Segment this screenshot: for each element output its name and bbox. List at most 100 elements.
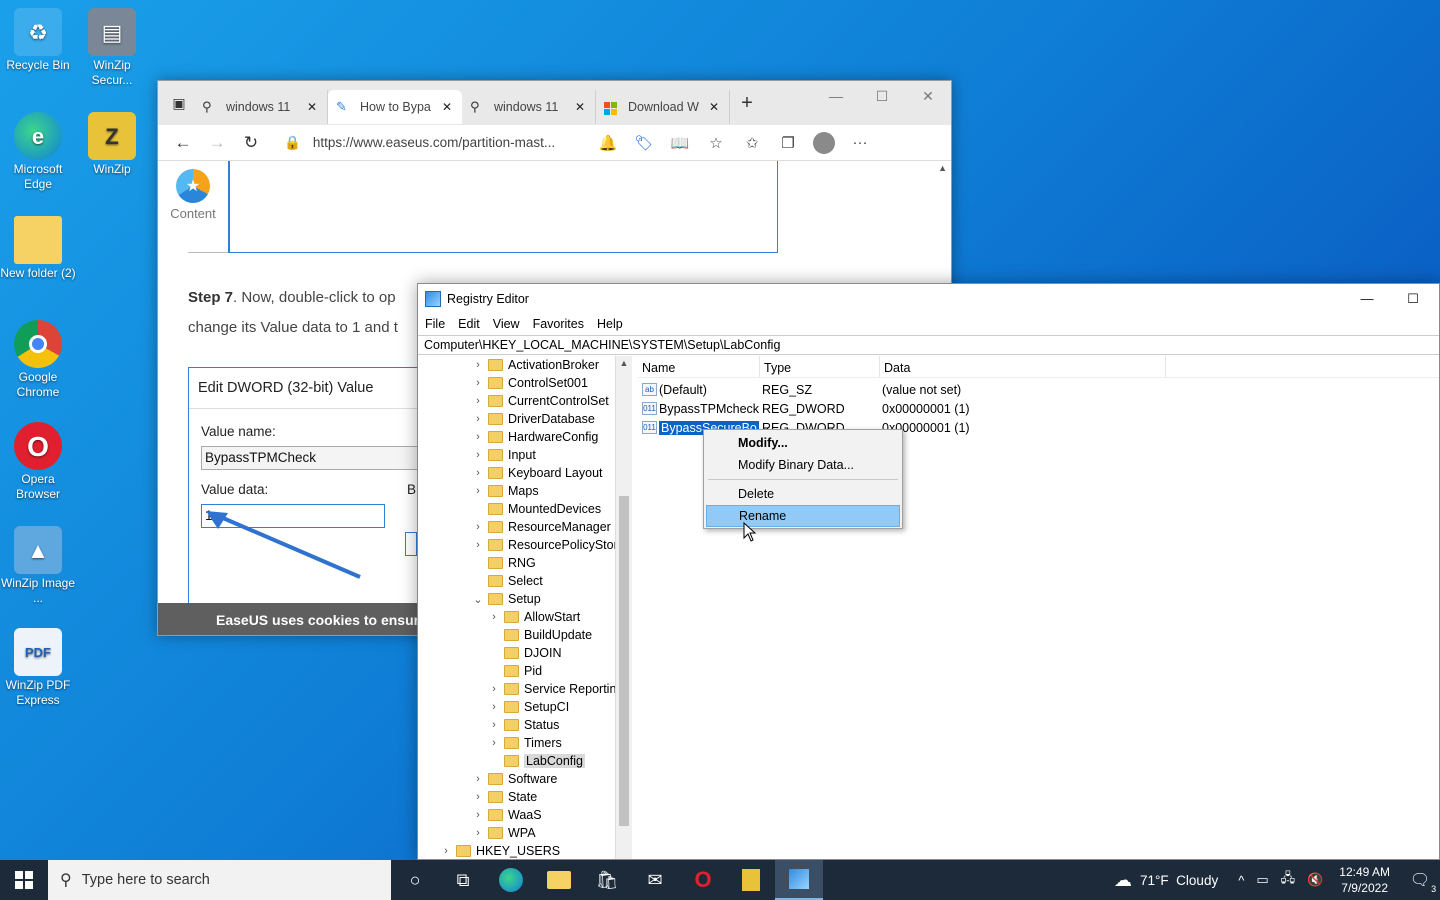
minimize-icon[interactable]: — bbox=[813, 81, 859, 111]
chevron-right-icon[interactable]: › bbox=[472, 431, 484, 443]
shopping-tag-icon[interactable]: 🏷 bbox=[626, 128, 662, 158]
menu-item-delete[interactable]: Delete bbox=[706, 483, 900, 505]
desktop-icon-winzip-image[interactable]: ▲ WinZip Image ... bbox=[0, 526, 76, 606]
close-tab-icon[interactable]: ✕ bbox=[573, 100, 587, 114]
chevron-right-icon[interactable]: › bbox=[472, 773, 484, 785]
tree-node[interactable]: DJOIN bbox=[488, 644, 562, 662]
tree-node[interactable]: › Service Reporting bbox=[488, 680, 623, 698]
back-button[interactable]: ← bbox=[166, 128, 200, 158]
scroll-up-icon[interactable]: ▲ bbox=[616, 358, 632, 368]
desktop-icon-recycle-bin[interactable]: ♻ Recycle Bin bbox=[0, 8, 76, 73]
notifications-blocked-icon[interactable]: 🔔 bbox=[590, 128, 626, 158]
meet-now-icon[interactable]: ▭ bbox=[1256, 872, 1268, 888]
chevron-up-icon[interactable]: ^ bbox=[1238, 873, 1244, 888]
weather-widget[interactable]: ☁ 71°F Cloudy bbox=[1114, 870, 1218, 891]
desktop-icon-winzip-secure[interactable]: ▤ WinZip Secur... bbox=[74, 8, 150, 88]
refresh-button[interactable]: ↻ bbox=[234, 128, 268, 158]
browser-tab-3[interactable]: ⚲ windows 11 ✕ bbox=[462, 90, 596, 124]
tree-node[interactable]: › ActivationBroker bbox=[472, 356, 599, 374]
collections-icon[interactable]: ❐ bbox=[770, 128, 806, 158]
column-data[interactable]: Data bbox=[880, 356, 1166, 377]
registry-value-row[interactable]: ab (Default) REG_SZ (value not set) bbox=[642, 380, 961, 399]
browser-tab-2[interactable]: ✎ How to Bypa ✕ bbox=[328, 90, 462, 124]
chevron-right-icon[interactable]: › bbox=[472, 413, 484, 425]
desktop-icon-new-folder[interactable]: New folder (2) bbox=[0, 216, 76, 281]
desktop-icon-winzip-pdf[interactable]: PDF WinZip PDF Express bbox=[0, 628, 76, 708]
desktop-icon-edge[interactable]: e Microsoft Edge bbox=[0, 112, 76, 192]
start-button[interactable] bbox=[0, 860, 48, 900]
taskbar-clock[interactable]: 12:49 AM 7/9/2022 bbox=[1339, 864, 1390, 896]
forward-button[interactable]: → bbox=[200, 128, 234, 158]
menu-edit[interactable]: Edit bbox=[458, 317, 480, 331]
tree-node[interactable]: › ResourcePolicyStore bbox=[472, 536, 625, 554]
add-favorite-icon[interactable]: ☆ bbox=[698, 128, 734, 158]
favorites-icon[interactable]: ✩ bbox=[734, 128, 770, 158]
minimize-icon[interactable]: — bbox=[1344, 284, 1390, 313]
tree-node[interactable]: › Timers bbox=[488, 734, 562, 752]
desktop-icon-chrome[interactable]: Google Chrome bbox=[0, 320, 76, 400]
address-bar[interactable]: 🔒 https://www.easeus.com/partition-mast.… bbox=[274, 128, 584, 158]
column-type[interactable]: Type bbox=[760, 356, 880, 377]
chevron-right-icon[interactable]: › bbox=[472, 449, 484, 461]
tree-node[interactable]: LabConfig bbox=[488, 752, 585, 770]
taskbar-winzip-icon[interactable] bbox=[727, 860, 775, 900]
network-icon[interactable]: 🖧 bbox=[1281, 869, 1296, 891]
tree-node[interactable]: › AllowStart bbox=[488, 608, 580, 626]
menu-file[interactable]: File bbox=[425, 317, 445, 331]
profile-avatar[interactable] bbox=[806, 128, 842, 158]
chevron-right-icon[interactable]: › bbox=[488, 611, 500, 623]
tree-node[interactable]: Select bbox=[472, 572, 543, 590]
volume-muted-icon[interactable]: 🔇 bbox=[1307, 872, 1323, 888]
chevron-down-icon[interactable]: ⌄ bbox=[472, 593, 484, 606]
menu-view[interactable]: View bbox=[493, 317, 520, 331]
chevron-right-icon[interactable]: › bbox=[472, 395, 484, 407]
registry-address-bar[interactable]: Computer\HKEY_LOCAL_MACHINE\SYSTEM\Setup… bbox=[418, 335, 1439, 355]
tree-node[interactable]: › Software bbox=[472, 770, 557, 788]
menu-item-modify-binary[interactable]: Modify Binary Data... bbox=[706, 454, 900, 476]
maximize-icon[interactable]: ☐ bbox=[1390, 284, 1436, 313]
taskbar-edge-icon[interactable] bbox=[487, 860, 535, 900]
chevron-right-icon[interactable]: › bbox=[488, 701, 500, 713]
desktop-icon-winzip[interactable]: Z WinZip bbox=[74, 112, 150, 177]
new-tab-button[interactable]: + bbox=[730, 92, 764, 115]
tree-scroll-thumb[interactable] bbox=[619, 496, 629, 826]
tree-node[interactable]: BuildUpdate bbox=[488, 626, 592, 644]
tree-node[interactable]: › ResourceManager bbox=[472, 518, 611, 536]
tree-node[interactable]: › DriverDatabase bbox=[472, 410, 595, 428]
tree-node[interactable]: › Status bbox=[488, 716, 559, 734]
menu-item-modify[interactable]: Modify... bbox=[706, 432, 900, 454]
chevron-right-icon[interactable]: › bbox=[472, 809, 484, 821]
tab-actions-icon[interactable]: ▣ bbox=[164, 88, 194, 118]
taskbar-opera-icon[interactable]: O bbox=[679, 860, 727, 900]
chevron-right-icon[interactable]: › bbox=[488, 683, 500, 695]
microsoft-store-icon[interactable]: 🛍 bbox=[583, 860, 631, 900]
menu-item-rename[interactable]: Rename bbox=[706, 505, 900, 527]
close-tab-icon[interactable]: ✕ bbox=[707, 100, 721, 114]
close-tab-icon[interactable]: ✕ bbox=[440, 100, 454, 114]
tree-node[interactable]: MountedDevices bbox=[472, 500, 601, 518]
reading-view-icon[interactable]: 📖 bbox=[662, 128, 698, 158]
task-view-icon[interactable]: ⧉ bbox=[439, 860, 487, 900]
tree-node[interactable]: › SetupCI bbox=[488, 698, 569, 716]
chevron-right-icon[interactable]: › bbox=[472, 791, 484, 803]
tree-node[interactable]: ⌄ Setup bbox=[472, 590, 540, 608]
tree-node[interactable]: › CurrentControlSet bbox=[472, 392, 609, 410]
notification-center-icon[interactable]: 🗨 3 bbox=[1400, 870, 1440, 894]
tree-node[interactable]: › HKEY_USERS bbox=[440, 842, 560, 859]
chevron-right-icon[interactable]: › bbox=[472, 827, 484, 839]
page-scroll-up-icon[interactable]: ▲ bbox=[938, 163, 947, 173]
maximize-icon[interactable]: ☐ bbox=[859, 81, 905, 111]
tree-node[interactable]: › WaaS bbox=[472, 806, 541, 824]
tree-scrollbar[interactable]: ▲ bbox=[615, 356, 632, 859]
chevron-right-icon[interactable]: › bbox=[488, 737, 500, 749]
mail-icon[interactable]: ✉ bbox=[631, 860, 679, 900]
close-tab-icon[interactable]: ✕ bbox=[305, 100, 319, 114]
tree-node[interactable]: › State bbox=[472, 788, 537, 806]
tree-node[interactable]: › HardwareConfig bbox=[472, 428, 598, 446]
tree-node[interactable]: › ControlSet001 bbox=[472, 374, 588, 392]
more-options-icon[interactable]: ··· bbox=[842, 128, 878, 158]
chevron-right-icon[interactable]: › bbox=[472, 467, 484, 479]
browser-tab-1[interactable]: ⚲ windows 11 ✕ bbox=[194, 90, 328, 124]
chevron-right-icon[interactable]: › bbox=[472, 485, 484, 497]
cortana-icon[interactable]: ○ bbox=[391, 860, 439, 900]
